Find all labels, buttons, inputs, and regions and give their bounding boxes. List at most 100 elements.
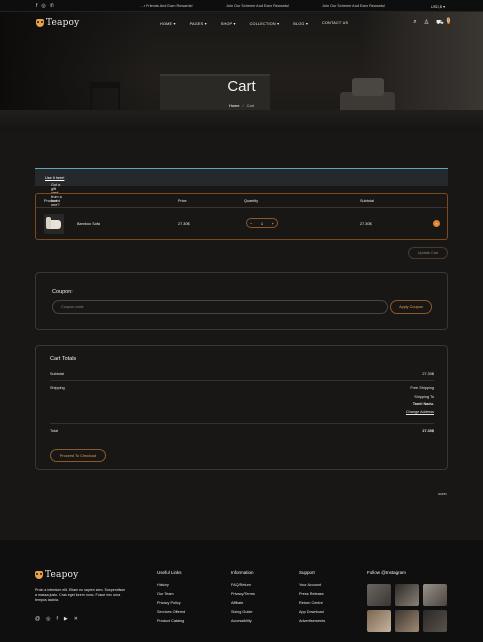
cart-icon[interactable]: ⛟ 0: [436, 18, 450, 27]
product-subtotal: 27.30$: [360, 222, 372, 226]
quantity-stepper: − 1 +: [246, 218, 278, 228]
header-subtotal: Subtotal: [360, 199, 374, 203]
marquee-text: Join Our Scheme And Earn Rewards!: [226, 3, 290, 8]
gdpr-button[interactable]: GDPR: [438, 492, 447, 496]
footer-about-text: Proin a interdum elit. Etiam eu sapien s…: [35, 588, 126, 602]
gift-card-text: Got a gift card from a loved one? Use it …: [45, 176, 65, 207]
footer-link[interactable]: Your Account: [299, 583, 325, 587]
nav-item-pages[interactable]: PAGES ▾: [190, 21, 207, 26]
coupon-title: Coupon:: [52, 289, 73, 295]
proceed-to-checkout-button[interactable]: Proceed To Checkout: [50, 449, 106, 462]
product-name[interactable]: Bamboo Sofa: [77, 222, 100, 226]
header-quantity: Quantity: [244, 199, 259, 203]
header-price: Price: [178, 199, 187, 203]
instagram-photo[interactable]: [367, 610, 391, 632]
footer-link[interactable]: History: [157, 583, 185, 587]
instagram-photo[interactable]: [367, 584, 391, 606]
instagram-gallery: [367, 584, 447, 632]
shipping-row: Shipping Free Shipping Shipping To Tamil…: [50, 383, 434, 424]
apply-coupon-button[interactable]: Apply Coupon: [390, 300, 432, 314]
facebook-icon[interactable]: f: [56, 616, 57, 622]
x-icon[interactable]: ✕: [74, 616, 78, 622]
instagram-icon[interactable]: ◎: [46, 616, 50, 622]
coupon-input[interactable]: Coupon code: [52, 300, 388, 314]
breadcrumb-separator: /: [242, 103, 244, 108]
footer-useful-links: Useful Links History Our Team Privacy Po…: [157, 570, 185, 628]
footer-link[interactable]: Accessibility: [231, 619, 255, 623]
footer-link[interactable]: Our Team: [157, 592, 185, 596]
total-row: Total 27.30$: [50, 426, 434, 438]
subtotal-value: 27.30$: [422, 372, 434, 376]
footer-link[interactable]: Advertisements: [299, 619, 325, 623]
breadcrumb-current: Cart: [246, 103, 255, 108]
change-address-link[interactable]: Change Address: [406, 410, 434, 414]
footer-support: Support Your Account Press Release Retur…: [299, 570, 325, 628]
page-title: Cart: [227, 78, 256, 95]
instagram-icon[interactable]: ◎: [41, 3, 45, 9]
marquee-text: Join Our Scheme And Earn Rewards!: [322, 3, 386, 8]
footer-information: Information FAQ/Return Privacy/Terms Aff…: [231, 570, 255, 628]
footer-link[interactable]: FAQ/Return: [231, 583, 255, 587]
cart-table: Product Price Quantity Subtotal Bamboo S…: [35, 193, 448, 240]
main-nav: Teapoy HOME ▾ PAGES ▾ SHOP ▾ COLLECTION …: [0, 12, 483, 34]
footer-link[interactable]: Affiliate: [231, 601, 255, 605]
search-icon[interactable]: ⌕: [413, 19, 416, 27]
owl-logo-icon: [35, 571, 43, 579]
nav-icons: ⌕ ♙ ⛟ 0: [413, 18, 450, 27]
nav-item-shop[interactable]: SHOP ▾: [221, 21, 236, 26]
instagram-photo[interactable]: [423, 584, 447, 606]
currency-selector[interactable]: USD,$ ▾: [431, 4, 445, 9]
shipping-method: Free Shipping: [410, 386, 434, 390]
cart-totals: Cart Totals Subtotal 27.30$ Shipping Fre…: [35, 345, 448, 470]
coupon-section: Coupon: Coupon code Apply Coupon: [35, 272, 448, 330]
youtube-icon[interactable]: ▶: [64, 616, 68, 622]
footer-link[interactable]: Press Release: [299, 592, 325, 596]
announcement-bar: f ◎ ✆ …r Friends And Earn Rewards! Join …: [0, 0, 483, 12]
footer-link[interactable]: Privacy Policy: [157, 601, 185, 605]
footer-link[interactable]: Services Offered: [157, 610, 185, 614]
footer-link[interactable]: Privacy/Terms: [231, 592, 255, 596]
quantity-increase-button[interactable]: +: [272, 221, 274, 226]
gift-card-link[interactable]: Use it here!: [45, 176, 64, 180]
user-icon[interactable]: ♙: [424, 19, 429, 27]
topbar-social: f ◎ ✆: [36, 3, 54, 9]
product-thumbnail[interactable]: [44, 214, 64, 234]
shipping-label: Shipping: [50, 386, 65, 390]
subtotal-label: Subtotal: [50, 372, 64, 376]
footer-social: @ ◎ f ▶ ✕: [35, 616, 78, 622]
nav-item-contact[interactable]: CONTACT US: [322, 21, 348, 26]
instagram-photo[interactable]: [395, 610, 419, 632]
footer-instagram: Follow @Instagram: [367, 570, 406, 583]
product-price: 27.30$: [178, 222, 190, 226]
remove-item-button[interactable]: ×: [433, 220, 440, 227]
footer-column-title: Follow @Instagram: [367, 570, 406, 575]
footer-link[interactable]: Product Catalog: [157, 619, 185, 623]
quantity-input[interactable]: 1: [261, 221, 263, 226]
shipping-to-label: Shipping To: [414, 395, 434, 399]
gift-card-notice: Got a gift card from a loved one? Use it …: [35, 168, 448, 207]
footer-column-title: Information: [231, 570, 254, 575]
footer-column-title: Support: [299, 570, 315, 575]
threads-icon[interactable]: @: [35, 616, 40, 622]
marquee-text: …r Friends And Earn Rewards!: [140, 3, 193, 8]
instagram-photo[interactable]: [395, 584, 419, 606]
owl-logo-icon: [36, 19, 44, 27]
nav-item-blog[interactable]: BLOG ▾: [293, 21, 308, 26]
footer-link[interactable]: Return Centre: [299, 601, 325, 605]
nav-item-home[interactable]: HOME ▾: [160, 21, 176, 26]
breadcrumb-home[interactable]: Home: [229, 103, 240, 108]
whatsapp-icon[interactable]: ✆: [50, 3, 54, 9]
footer-link[interactable]: App Download: [299, 610, 325, 614]
hero-floor: [0, 110, 483, 131]
nav-item-collection[interactable]: COLLECTION ▾: [250, 21, 280, 26]
nav-menu: HOME ▾ PAGES ▾ SHOP ▾ COLLECTION ▾ BLOG …: [160, 21, 348, 26]
footer-link[interactable]: Sizing Guide: [231, 610, 255, 614]
instagram-photo[interactable]: [423, 610, 447, 632]
facebook-icon[interactable]: f: [36, 3, 37, 9]
header-product: Product: [44, 199, 58, 203]
footer-logo[interactable]: Teapoy: [35, 570, 78, 580]
site-logo[interactable]: Teapoy: [36, 18, 79, 28]
update-cart-button[interactable]: Update Cart: [408, 247, 448, 259]
footer-brand-name: Teapoy: [45, 570, 79, 580]
quantity-decrease-button[interactable]: −: [250, 221, 252, 226]
